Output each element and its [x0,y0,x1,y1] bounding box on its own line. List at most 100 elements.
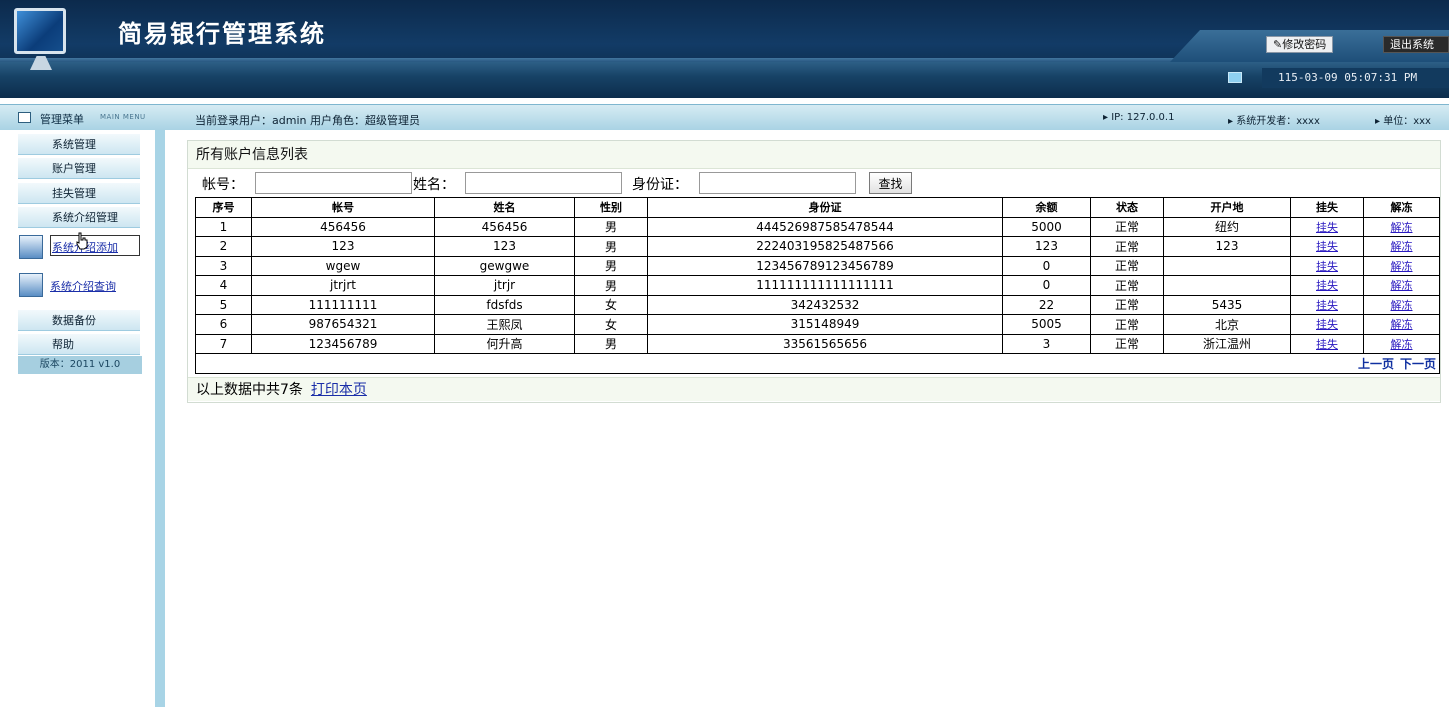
menu-subtitle: MAIN MENU [100,113,146,121]
accounts-table: 序号 帐号 姓名 性别 身份证 余额 状态 开户地 挂失 解冻 1 456456 4… [195,197,1440,374]
cell-account: 987654321 [251,314,435,335]
cell-unfreeze: 解冻 [1363,255,1440,276]
account-label: 帐号： [202,177,244,193]
unfreeze-link[interactable]: 解冻 [1391,299,1413,312]
report-lost-link[interactable]: 挂失 [1316,318,1338,331]
cell-id: 33561565656 [647,333,1003,354]
cell-gender: 男 [574,333,648,354]
hand-cursor-icon [76,232,88,250]
unfreeze-link[interactable]: 解冻 [1391,279,1413,292]
unfreeze-link[interactable]: 解冻 [1391,260,1413,273]
cell-status: 正常 [1090,333,1164,354]
prev-page-link[interactable]: 上一页 [1358,357,1394,371]
monitor-icon [1228,72,1242,83]
report-lost-link[interactable]: 挂失 [1316,260,1338,273]
sidebar-sub-intro-query[interactable]: 系统介绍查询 [18,273,142,299]
cell-balance: 22 [1002,294,1091,315]
monitor-screen [14,8,66,54]
cell-unfreeze: 解冻 [1363,333,1440,354]
report-lost-link[interactable]: 挂失 [1316,221,1338,234]
cell-balance: 5000 [1002,216,1091,237]
cell-id: 444526987585478544 [647,216,1003,237]
panel-title: 所有账户信息列表 [188,141,1440,169]
col-no: 序号 [195,197,252,218]
table-row: 1 456456 456456 男 444526987585478544 5000 正常 纽约… [195,216,1440,237]
unfreeze-link[interactable]: 解冻 [1391,338,1413,351]
cell-location: 纽约 [1163,216,1291,237]
unfreeze-link[interactable]: 解冻 [1391,221,1413,234]
cell-location: 北京 [1163,314,1291,335]
menu-header: 管理菜单 MAIN MENU [0,105,175,131]
cell-gender: 男 [574,255,648,276]
sidebar-item-backup[interactable]: 数据备份 [18,310,140,331]
cell-balance: 0 [1002,275,1091,296]
account-list-panel: 所有账户信息列表 帐号： 姓名： 身份证： 查找 序号 帐号 姓名 性别 身份证… [187,140,1441,403]
account-input[interactable] [255,172,412,194]
report-lost-link[interactable]: 挂失 [1316,338,1338,351]
login-user-info: 当前登录用户：admin 用户角色：超级管理员 [195,114,420,127]
cell-account: 456456 [251,216,435,237]
col-balance: 余额 [1002,197,1091,218]
cell-balance: 0 [1002,255,1091,276]
cell-gender: 女 [574,294,648,315]
search-form: 帐号： 姓名： 身份证： 查找 [188,171,1440,197]
report-lost-link[interactable]: 挂失 [1316,240,1338,253]
cell-no: 4 [195,275,252,296]
print-link[interactable]: 打印本页 [311,382,367,398]
table-row: 6 987654321 王熙凤女 315148949 5005 正常 北京 挂失 解冻 [195,314,1440,335]
unfreeze-link[interactable]: 解冻 [1391,240,1413,253]
cell-unfreeze: 解冻 [1363,275,1440,296]
ip-info: ▸ IP: 127.0.0.1 [1103,112,1175,123]
change-password-button[interactable]: ✎修改密码 [1266,36,1334,53]
col-lost: 挂失 [1290,197,1364,218]
cell-lost: 挂失 [1290,275,1364,296]
cell-gender: 女 [574,314,648,335]
cell-lost: 挂失 [1290,333,1364,354]
unfreeze-link[interactable]: 解冻 [1391,318,1413,331]
cell-id: 315148949 [647,314,1003,335]
logout-button[interactable]: 退出系统 [1383,36,1449,53]
cell-location [1163,275,1291,296]
cell-name: 王熙凤 [434,314,575,335]
cell-account: 123456789 [251,333,435,354]
cell-status: 正常 [1090,255,1164,276]
col-unfreeze: 解冻 [1363,197,1440,218]
sidebar-item-lost-report[interactable]: 挂失管理 [18,183,140,204]
record-count: 以上数据中共7条 [196,382,303,398]
menu-title: 管理菜单 [40,113,84,126]
cell-name: 456456 [434,216,575,237]
cell-lost: 挂失 [1290,216,1364,237]
report-lost-link[interactable]: 挂失 [1316,279,1338,292]
col-account: 帐号 [251,197,435,218]
cell-id: 342432532 [647,294,1003,315]
cell-name: fdsfds [434,294,575,315]
intro-query-link[interactable]: 系统介绍查询 [50,278,116,294]
id-input[interactable] [699,172,856,194]
col-id: 身份证 [647,197,1003,218]
monitor-logo-icon [10,4,72,80]
cell-location: 5435 [1163,294,1291,315]
cell-status: 正常 [1090,216,1164,237]
cell-status: 正常 [1090,314,1164,335]
cell-status: 正常 [1090,236,1164,257]
sidebar-rail [155,130,165,707]
user-doc-icon [19,235,43,259]
col-location: 开户地 [1163,197,1291,218]
sidebar-item-accounts[interactable]: 账户管理 [18,158,140,179]
report-lost-link[interactable]: 挂失 [1316,299,1338,312]
next-page-link[interactable]: 下一页 [1400,357,1436,371]
cell-unfreeze: 解冻 [1363,294,1440,315]
cell-lost: 挂失 [1290,255,1364,276]
cell-id: 123456789123456789 [647,255,1003,276]
sidebar-item-system[interactable]: 系统管理 [18,134,140,155]
change-password-label: 修改密码 [1282,38,1327,51]
panel-footer: 以上数据中共7条 打印本页 [188,377,1440,401]
name-label: 姓名： [413,177,455,193]
sidebar-item-intro-manage[interactable]: 系统介绍管理 [18,207,140,228]
sidebar-item-help[interactable]: 帮助 [18,334,140,355]
search-button[interactable]: 查找 [869,172,912,194]
pager-row: 上一页 下一页 [195,353,1440,374]
info-bar: 管理菜单 MAIN MENU 当前登录用户：admin 用户角色：超级管理员 ▸… [0,104,1449,130]
cell-status: 正常 [1090,275,1164,296]
name-input[interactable] [465,172,622,194]
